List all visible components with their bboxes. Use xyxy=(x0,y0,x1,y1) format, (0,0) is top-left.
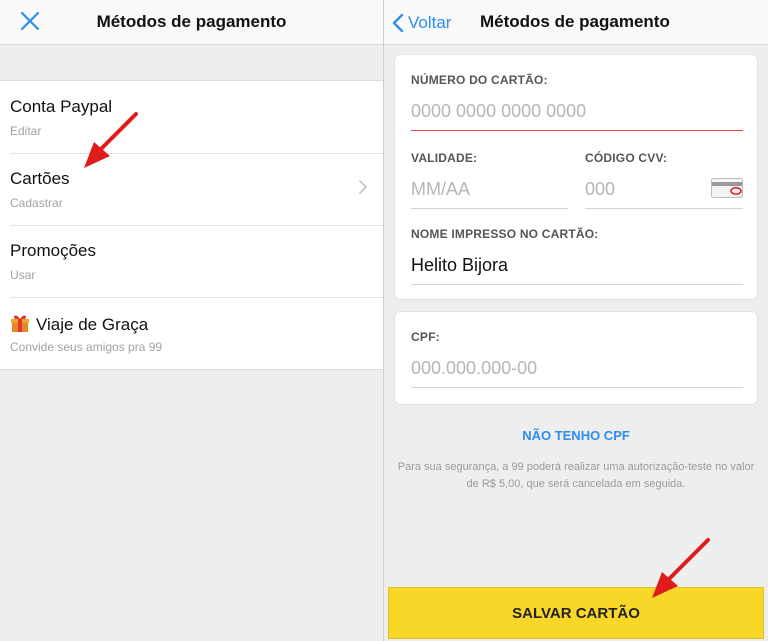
card-number-underline xyxy=(411,130,743,131)
menu-item-title: Cartões xyxy=(10,169,70,188)
save-card-button[interactable]: SALVAR CARTÃO xyxy=(388,587,764,639)
page-title: Métodos de pagamento xyxy=(96,12,287,31)
payment-methods-list: Conta Paypal Editar Cartões Cadastrar Pr… xyxy=(0,80,383,370)
cardholder-name-input[interactable]: Helito Bijora xyxy=(411,255,508,276)
menu-item-promotions[interactable]: Promoções Usar xyxy=(0,225,383,297)
menu-item-title-row: Viaje de Graça xyxy=(10,313,148,335)
menu-item-title: Conta Paypal xyxy=(10,97,113,116)
menu-item-subtitle: Convide seus amigos pra 99 xyxy=(10,340,163,354)
page-title: Métodos de pagamento xyxy=(480,12,670,31)
menu-item-cards[interactable]: Cartões Cadastrar xyxy=(0,153,383,225)
cpf-underline xyxy=(411,387,743,388)
cvv-label: CÓDIGO CVV: xyxy=(585,151,668,165)
cvv-underline xyxy=(585,208,743,209)
cardholder-name-label: NOME IMPRESSO NO CARTÃO: xyxy=(411,227,599,241)
menu-item-title: Viaje de Graça xyxy=(36,315,149,334)
save-card-label: SALVAR CARTÃO xyxy=(512,604,640,622)
menu-item-title: Promoções xyxy=(10,241,96,260)
right-nav-bar: Voltar Métodos de pagamento xyxy=(384,0,768,45)
cardholder-name-underline xyxy=(411,284,743,285)
expiry-input[interactable]: MM/AA xyxy=(411,179,470,200)
gift-icon xyxy=(11,315,29,332)
card-number-label: NÚMERO DO CARTÃO: xyxy=(411,73,548,87)
menu-item-subtitle: Cadastrar xyxy=(10,196,63,210)
card-number-input[interactable]: 0000 0000 0000 0000 xyxy=(411,101,586,122)
add-card-screen: Voltar Métodos de pagamento NÚMERO DO CA… xyxy=(384,0,768,641)
menu-item-free-ride[interactable]: Viaje de Graça Convide seus amigos pra 9… xyxy=(0,297,383,369)
menu-item-paypal[interactable]: Conta Paypal Editar xyxy=(0,81,383,153)
expiry-underline xyxy=(411,208,568,209)
cpf-form: CPF: 000.000.000-00 xyxy=(394,311,758,405)
cpf-input[interactable]: 000.000.000-00 xyxy=(411,358,537,379)
menu-item-subtitle: Editar xyxy=(10,124,42,138)
left-nav-bar: Métodos de pagamento xyxy=(0,0,383,45)
cpf-label: CPF: xyxy=(411,330,440,344)
chevron-right-icon xyxy=(359,180,367,194)
card-details-form: NÚMERO DO CARTÃO: 0000 0000 0000 0000 VA… xyxy=(394,54,758,300)
back-label: Voltar xyxy=(408,13,452,32)
no-cpf-link[interactable]: NÃO TENHO CPF xyxy=(384,428,768,443)
card-back-icon xyxy=(711,178,743,198)
security-notice: Para sua segurança, a 99 poderá realizar… xyxy=(397,461,755,490)
menu-item-subtitle: Usar xyxy=(10,268,36,282)
back-button[interactable]: Voltar xyxy=(392,10,451,36)
expiry-label: VALIDADE: xyxy=(411,151,478,165)
chevron-left-icon xyxy=(392,13,404,33)
payment-methods-screen: Métodos de pagamento Conta Paypal Editar… xyxy=(0,0,383,641)
cvv-input[interactable]: 000 xyxy=(585,179,615,200)
